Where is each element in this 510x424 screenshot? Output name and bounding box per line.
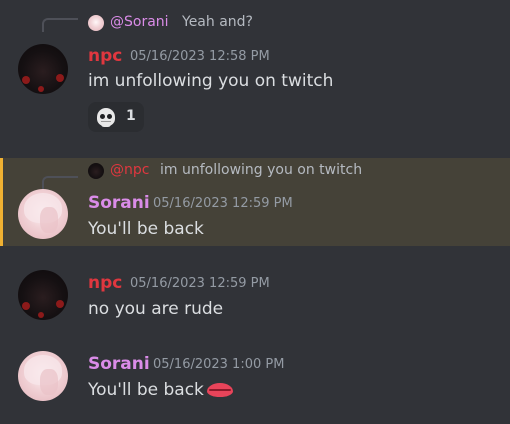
author-name[interactable]: npc bbox=[88, 273, 122, 293]
reply-connector bbox=[42, 176, 78, 190]
avatar[interactable] bbox=[18, 270, 68, 320]
timestamp: 05/16/2023 12:59 PM bbox=[130, 276, 270, 291]
message-text: You'll be back bbox=[88, 380, 204, 400]
avatar[interactable] bbox=[18, 44, 68, 94]
reply-avatar[interactable] bbox=[88, 15, 104, 31]
lips-icon bbox=[207, 383, 233, 397]
reaction-count: 1 bbox=[126, 108, 136, 124]
reply-avatar[interactable] bbox=[88, 163, 104, 179]
timestamp: 05/16/2023 12:59 PM bbox=[153, 196, 293, 211]
author-name[interactable]: npc bbox=[88, 46, 122, 66]
reply-text[interactable]: Yeah and? bbox=[182, 14, 253, 30]
message-text: no you are rude bbox=[88, 299, 224, 319]
avatar[interactable] bbox=[18, 351, 68, 401]
author-name[interactable]: Sorani bbox=[88, 354, 150, 374]
reply-text[interactable]: im unfollowing you on twitch bbox=[160, 162, 362, 178]
author-name[interactable]: Sorani bbox=[88, 193, 150, 213]
reply-mention[interactable]: @Sorani bbox=[110, 14, 169, 30]
message-text: You'll be back bbox=[88, 219, 204, 239]
message-text: im unfollowing you on twitch bbox=[88, 71, 334, 91]
timestamp: 05/16/2023 12:58 PM bbox=[130, 49, 270, 64]
reply-mention[interactable]: @npc bbox=[110, 162, 149, 178]
avatar[interactable] bbox=[18, 189, 68, 239]
reaction-button[interactable]: 1 bbox=[88, 102, 144, 132]
skull-icon bbox=[97, 108, 115, 127]
timestamp: 05/16/2023 1:00 PM bbox=[153, 357, 285, 372]
reply-connector bbox=[42, 18, 78, 32]
